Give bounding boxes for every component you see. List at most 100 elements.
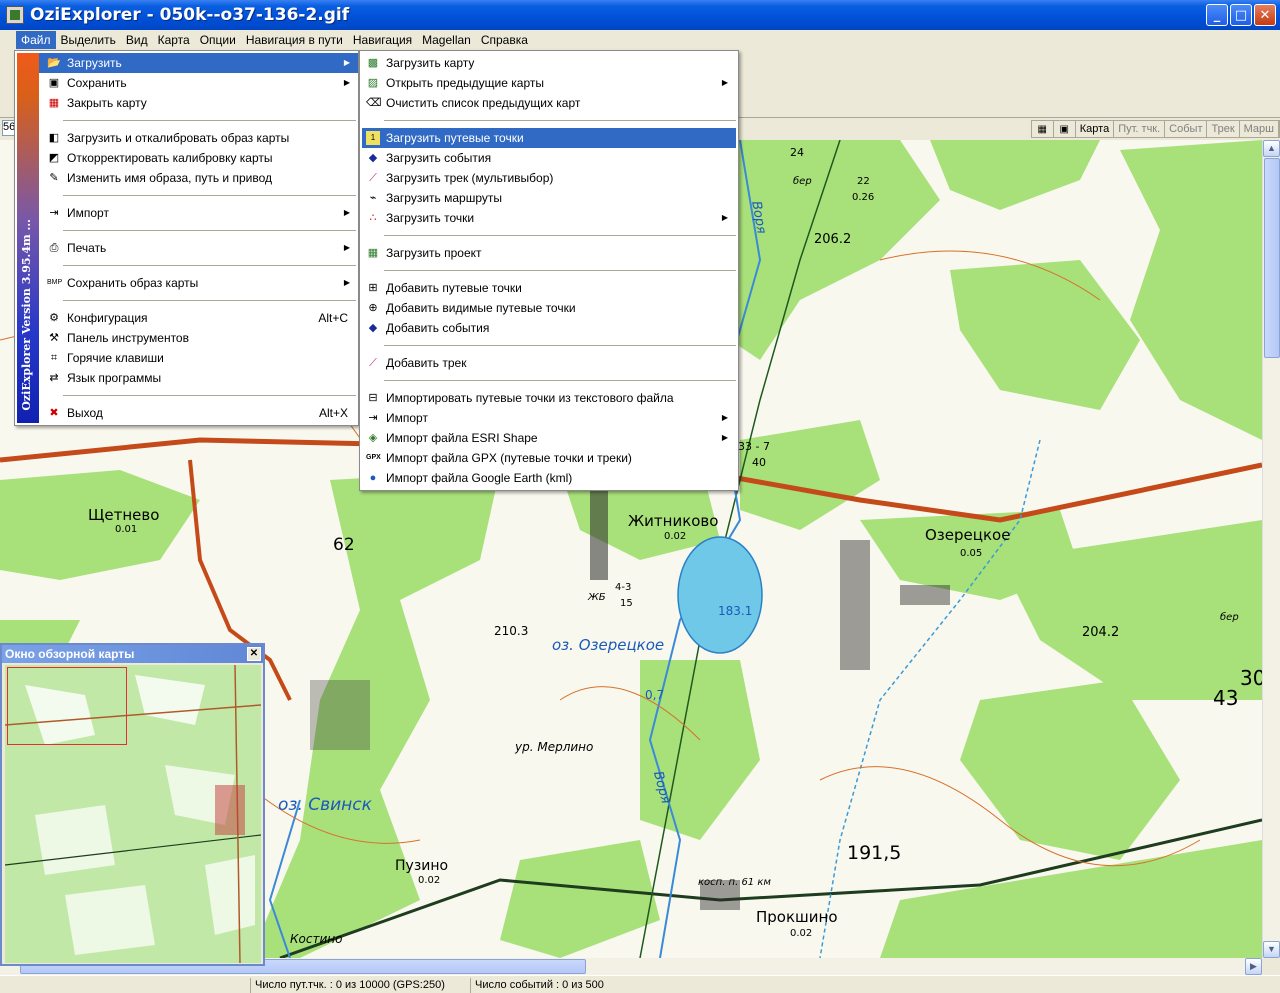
submenu-arrow-icon: ▶ [721, 213, 728, 222]
menu-magellan[interactable]: Magellan [417, 31, 476, 49]
add-events[interactable]: ◆ Добавить события [362, 318, 736, 338]
map-icon: ▩ [367, 57, 379, 69]
scroll-right-icon[interactable]: ▶ [1245, 958, 1262, 975]
menu-select[interactable]: Выделить [56, 31, 121, 49]
map-label-40: 40 [752, 456, 766, 469]
menu-view[interactable]: Вид [121, 31, 153, 49]
menu-map[interactable]: Карта [153, 31, 195, 49]
close-map-icon: ▦ [48, 97, 60, 109]
map-view-icon[interactable]: ▦ [1032, 121, 1054, 137]
overview-close-icon[interactable]: ✕ [247, 647, 261, 661]
add-waypoints[interactable]: ⊞ Добавить путевые точки [362, 278, 736, 298]
menu-navigation[interactable]: Навигация [348, 31, 417, 49]
map-label-lake-svinsk: оз. Свинск [278, 795, 372, 815]
open-recent-maps[interactable]: ▨ Открыть предыдущие карты ▶ [362, 73, 736, 93]
recent-maps-icon: ▨ [367, 77, 379, 89]
add-track-label: Добавить трек [386, 356, 467, 370]
file-menu-close-map-label: Закрыть карту [67, 96, 147, 110]
mode-events[interactable]: Событ [1165, 121, 1208, 137]
menu-moving-map[interactable]: Навигация в пути [241, 31, 348, 49]
overview-title-bar[interactable]: Окно обзорной карты ✕ [2, 645, 263, 663]
close-button[interactable]: ✕ [1254, 4, 1276, 26]
save-mode-icon[interactable]: ▣ [1054, 121, 1076, 137]
map-label-kostino: Костино [290, 932, 343, 946]
scroll-down-icon[interactable]: ▼ [1263, 941, 1280, 958]
submenu-arrow-icon: ▶ [343, 208, 350, 217]
file-menu-save-image[interactable]: BMP Сохранить образ карты ▶ [39, 273, 358, 293]
file-menu-toolbar[interactable]: ⚒ Панель инструментов [39, 328, 358, 348]
mode-route[interactable]: Марш [1240, 121, 1279, 137]
load-map[interactable]: ▩ Загрузить карту [362, 53, 736, 73]
open-icon: 📂 [47, 57, 61, 69]
scroll-corner [1262, 958, 1280, 975]
overview-title: Окно обзорной карты [5, 647, 135, 661]
file-menu-import[interactable]: ⇥ Импорт ▶ [39, 203, 358, 223]
file-menu-rename-label: Изменить имя образа, путь и привод [67, 171, 272, 185]
load-points[interactable]: ∴ Загрузить точки ▶ [362, 208, 736, 228]
load-map-label: Загрузить карту [386, 56, 475, 70]
map-label-43: 43 [1213, 686, 1239, 710]
load-events[interactable]: ◆ Загрузить события [362, 148, 736, 168]
overview-map[interactable] [5, 665, 261, 963]
add-track-icon: ⟋ [369, 357, 377, 369]
menu-help[interactable]: Справка [476, 31, 533, 49]
shortcut-alt-x: Alt+X [318, 406, 348, 420]
status-waypoints: Число пут.тчк. : 0 из 10000 (GPS:250) [250, 978, 445, 993]
load-routes[interactable]: ⌁ Загрузить маршруты [362, 188, 736, 208]
adjust-icon: ◩ [48, 152, 60, 164]
menu-options[interactable]: Опции [195, 31, 241, 49]
version-text: OziExplorer Version 3.95.4m ... [20, 219, 33, 411]
add-waypoint-icon: ⊞ [368, 282, 378, 294]
file-menu-rename[interactable]: ✎ Изменить имя образа, путь и привод [39, 168, 358, 188]
file-menu-exit[interactable]: ✖ Выход Alt+X [39, 403, 358, 423]
config-icon: ⚙ [49, 312, 59, 324]
mode-map[interactable]: Карта [1076, 121, 1115, 137]
file-menu-save[interactable]: ▣ Сохранить ▶ [39, 73, 358, 93]
file-menu-hotkeys[interactable]: ⌗ Горячие клавиши [39, 348, 358, 368]
overview-view-frame[interactable] [7, 667, 127, 745]
vertical-scrollbar[interactable]: ▲ ▼ [1262, 140, 1280, 958]
file-menu-close-map[interactable]: ▦ Закрыть карту [39, 93, 358, 113]
import-gpx[interactable]: GPX Импорт файла GPX (путевые точки и тре… [362, 448, 736, 468]
mode-bar: ▦ ▣ Карта Пут. тчк. Событ Трек Марш [1030, 120, 1280, 138]
file-menu-calibrate[interactable]: ◧ Загрузить и откалибровать образ карты [39, 128, 358, 148]
print-icon: ⎙ [49, 242, 59, 254]
scroll-up-icon[interactable]: ▲ [1263, 140, 1280, 157]
import-waypoints-text[interactable]: ⊟ Импортировать путевые точки из текстово… [362, 388, 736, 408]
import-google-earth-label: Импорт файла Google Earth (kml) [386, 471, 573, 485]
map-label-zhb-15: 15 [620, 598, 633, 609]
minimize-button[interactable]: _ [1206, 4, 1228, 26]
clear-recent-maps[interactable]: ⌫ Очистить список предыдущих карт [362, 93, 736, 113]
save-icon: ▣ [48, 77, 60, 89]
menu-file[interactable]: Файл [16, 31, 56, 49]
submenu-import[interactable]: ⇥ Импорт ▶ [362, 408, 736, 428]
file-menu-save-label: Сохранить [67, 76, 127, 90]
file-menu-config[interactable]: ⚙ Конфигурация Alt+C [39, 308, 358, 328]
map-label-frac-026: 0.26 [852, 192, 875, 203]
map-label-puzino: Пузино [395, 858, 449, 874]
clear-recent-maps-label: Очистить список предыдущих карт [386, 96, 581, 110]
menu-version-sidebar: OziExplorer Version 3.95.4m ... [17, 53, 39, 423]
add-visible-waypoints[interactable]: ⊕ Добавить видимые путевые точки [362, 298, 736, 318]
overview-window[interactable]: Окно обзорной карты ✕ [0, 643, 265, 966]
load-project[interactable]: ▦ Загрузить проект [362, 243, 736, 263]
vertical-scroll-thumb[interactable] [1264, 158, 1280, 358]
submenu-arrow-icon: ▶ [721, 78, 728, 87]
load-track[interactable]: ⟋ Загрузить трек (мультивыбор) [362, 168, 736, 188]
load-track-label: Загрузить трек (мультивыбор) [386, 171, 554, 185]
file-menu-adjust-calibration[interactable]: ◩ Откорректировать калибровку карты [39, 148, 358, 168]
mode-track[interactable]: Трек [1207, 121, 1240, 137]
map-label-prokshino-num: 0.02 [790, 928, 813, 939]
file-menu-load[interactable]: 📂 Загрузить ▶ [39, 53, 358, 73]
app-icon [6, 6, 24, 24]
load-waypoints[interactable]: 1 Загрузить путевые точки [362, 128, 736, 148]
file-menu-language[interactable]: ⇄ Язык программы [39, 368, 358, 388]
add-track[interactable]: ⟋ Добавить трек [362, 353, 736, 373]
maximize-button[interactable]: □ [1230, 4, 1252, 26]
menu-separator [384, 120, 736, 121]
import-google-earth[interactable]: ● Импорт файла Google Earth (kml) [362, 468, 736, 488]
file-menu-print[interactable]: ⎙ Печать ▶ [39, 238, 358, 258]
mode-waypoints[interactable]: Пут. тчк. [1114, 121, 1166, 137]
import-esri-shape[interactable]: ◈ Импорт файла ESRI Shape ▶ [362, 428, 736, 448]
submenu-arrow-icon: ▶ [721, 433, 728, 442]
